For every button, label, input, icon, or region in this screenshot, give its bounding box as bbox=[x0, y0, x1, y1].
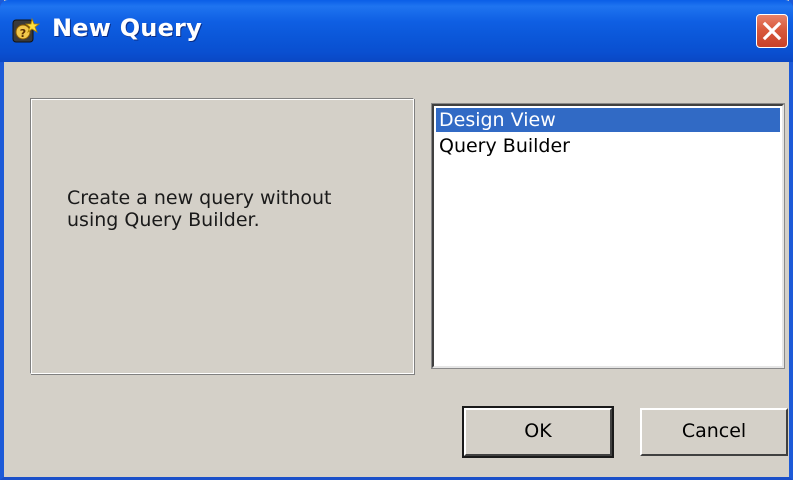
query-type-listbox[interactable]: Design View Query Builder bbox=[432, 104, 784, 368]
list-item-query-builder[interactable]: Query Builder bbox=[436, 134, 780, 158]
query-app-icon: ? bbox=[10, 17, 41, 47]
window-title: New Query bbox=[52, 14, 202, 42]
close-button[interactable] bbox=[756, 14, 788, 48]
description-panel: Create a new query without using Query B… bbox=[30, 98, 414, 374]
new-query-dialog: ? New Query Create a new query without u… bbox=[0, 0, 793, 480]
title-bar[interactable]: ? New Query bbox=[0, 0, 793, 62]
list-item-design-view[interactable]: Design View bbox=[436, 108, 780, 132]
description-text: Create a new query without using Query B… bbox=[67, 187, 332, 231]
cancel-button[interactable]: Cancel bbox=[640, 408, 788, 456]
svg-text:?: ? bbox=[20, 27, 26, 40]
ok-button[interactable]: OK bbox=[462, 406, 614, 458]
close-icon bbox=[762, 21, 782, 41]
